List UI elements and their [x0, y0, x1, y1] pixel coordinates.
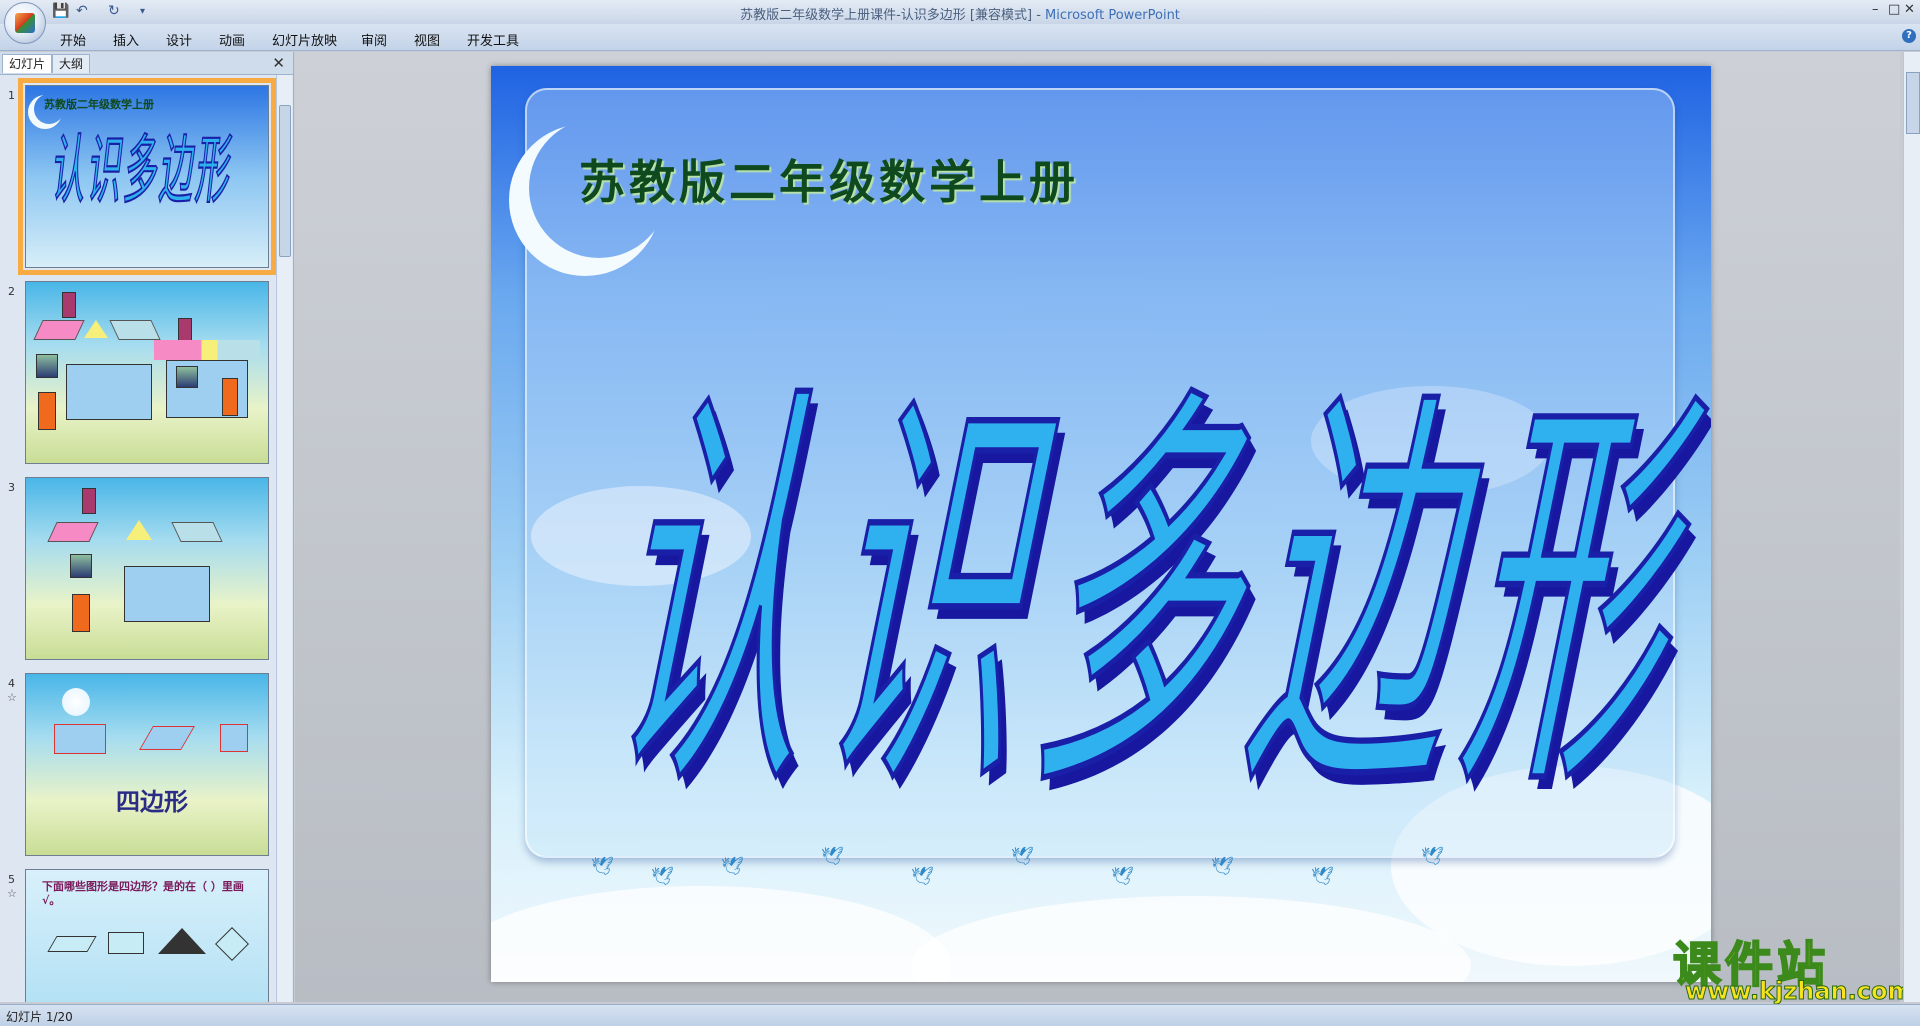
bird-icon: 🕊: [821, 846, 844, 867]
bird-icon: 🕊: [1211, 856, 1234, 877]
slide-counter: 幻灯片 1/20: [6, 1010, 73, 1024]
pane-close-icon[interactable]: ✕: [272, 54, 285, 72]
tab-insert[interactable]: 插入: [113, 30, 139, 49]
bird-icon: 🕊: [1311, 866, 1334, 887]
status-bar: 幻灯片 1/20: [0, 1004, 1920, 1026]
cloud-shape: [911, 896, 1471, 982]
sun-shape: [62, 688, 90, 716]
slide-thumbnail-4[interactable]: 四边形: [25, 673, 269, 856]
thumb-label: 四边形: [116, 788, 188, 816]
bird-icon: 🕊: [721, 856, 744, 877]
minimize-button[interactable]: –: [1872, 2, 1879, 17]
thumb-question: 下面哪些图形是四边形？是的在（ ）里画√。: [42, 880, 244, 907]
office-logo-icon: [15, 13, 35, 33]
bird-icon: 🕊: [591, 856, 614, 877]
office-button[interactable]: [4, 2, 46, 44]
tab-view[interactable]: 视图: [414, 30, 440, 49]
current-slide[interactable]: 苏教版二年级数学上册 认识多边形 🕊 🕊 🕊 🕊 🕊 🕊 🕊 🕊 🕊 🕊: [491, 66, 1711, 982]
watermark-logo: 课件站 www.kjzhan.com: [1665, 925, 1920, 1006]
tab-review[interactable]: 审阅: [361, 30, 387, 49]
thumb-title: 认识多边形: [50, 126, 230, 216]
bird-icon: 🕊: [1421, 846, 1444, 867]
tab-animations[interactable]: 动画: [219, 30, 245, 49]
slide-title-wordart[interactable]: 认识多边形: [589, 256, 1704, 865]
slide-thumbnail-1[interactable]: 苏教版二年级数学上册 认识多边形: [18, 78, 276, 275]
bird-icon: 🕊: [1111, 866, 1134, 887]
tab-design[interactable]: 设计: [166, 30, 192, 49]
slide-number: 2: [8, 285, 15, 298]
slide-thumbnail-3[interactable]: [25, 477, 269, 660]
thumbnail-list: 1 苏教版二年级数学上册 认识多边形 2 3 4 ☆ 四边形 5 ☆ 下面哪些图…: [0, 75, 276, 1002]
tab-outline[interactable]: 大纲: [52, 54, 91, 73]
pane-tabs: 幻灯片 大纲 ✕: [0, 52, 293, 75]
slide-thumbnail-5[interactable]: 下面哪些图形是四边形？是的在（ ）里画√。: [25, 869, 269, 1002]
bird-icon: 🕊: [1011, 846, 1034, 867]
editor-scrollbar[interactable]: [1903, 52, 1920, 1002]
slide-number: 5: [8, 873, 15, 886]
slide-subtitle[interactable]: 苏教版二年级数学上册: [579, 146, 1079, 212]
tab-slides[interactable]: 幻灯片: [2, 54, 53, 73]
thumbnail-scrollbar[interactable]: [276, 75, 292, 1002]
maximize-button[interactable]: □: [1888, 2, 1900, 17]
slide-thumbnail-2[interactable]: [25, 281, 269, 464]
window-title-document: 苏教版二年级数学上册课件-认识多边形 [兼容模式]: [740, 8, 1033, 23]
tab-slideshow[interactable]: 幻灯片放映: [272, 30, 337, 49]
cloud-shape: [491, 886, 951, 982]
watermark-url: www.kjzhan.com: [1684, 977, 1913, 1006]
bird-icon: 🕊: [651, 866, 674, 887]
window-title: 苏教版二年级数学上册课件-认识多边形 [兼容模式] - Microsoft Po…: [0, 4, 1920, 23]
animation-star-icon: ☆: [7, 887, 17, 900]
help-icon[interactable]: ?: [1902, 29, 1916, 43]
slide-number: 1: [8, 89, 15, 102]
title-bar: 💾 ↶ ↻ ▾ 苏教版二年级数学上册课件-认识多边形 [兼容模式] - Micr…: [0, 0, 1920, 24]
bird-icon: 🕊: [911, 866, 934, 887]
scrollbar-thumb[interactable]: [279, 105, 291, 257]
animation-star-icon: ☆: [7, 691, 17, 704]
tab-home[interactable]: 开始: [60, 30, 86, 49]
ribbon-tabs: 开始 插入 设计 动画 幻灯片放映 审阅 视图 开发工具 ?: [0, 24, 1920, 51]
window-title-app: Microsoft PowerPoint: [1045, 8, 1180, 23]
window-title-separator: -: [1032, 8, 1046, 23]
close-button[interactable]: ✕: [1904, 2, 1915, 17]
slides-pane: 幻灯片 大纲 ✕ 1 苏教版二年级数学上册 认识多边形 2 3 4 ☆ 四边形 …: [0, 52, 294, 1002]
scrollbar-thumb[interactable]: [1906, 72, 1920, 134]
slide-number: 4: [8, 677, 15, 690]
slide-number: 3: [8, 481, 15, 494]
tab-developer[interactable]: 开发工具: [467, 30, 519, 49]
